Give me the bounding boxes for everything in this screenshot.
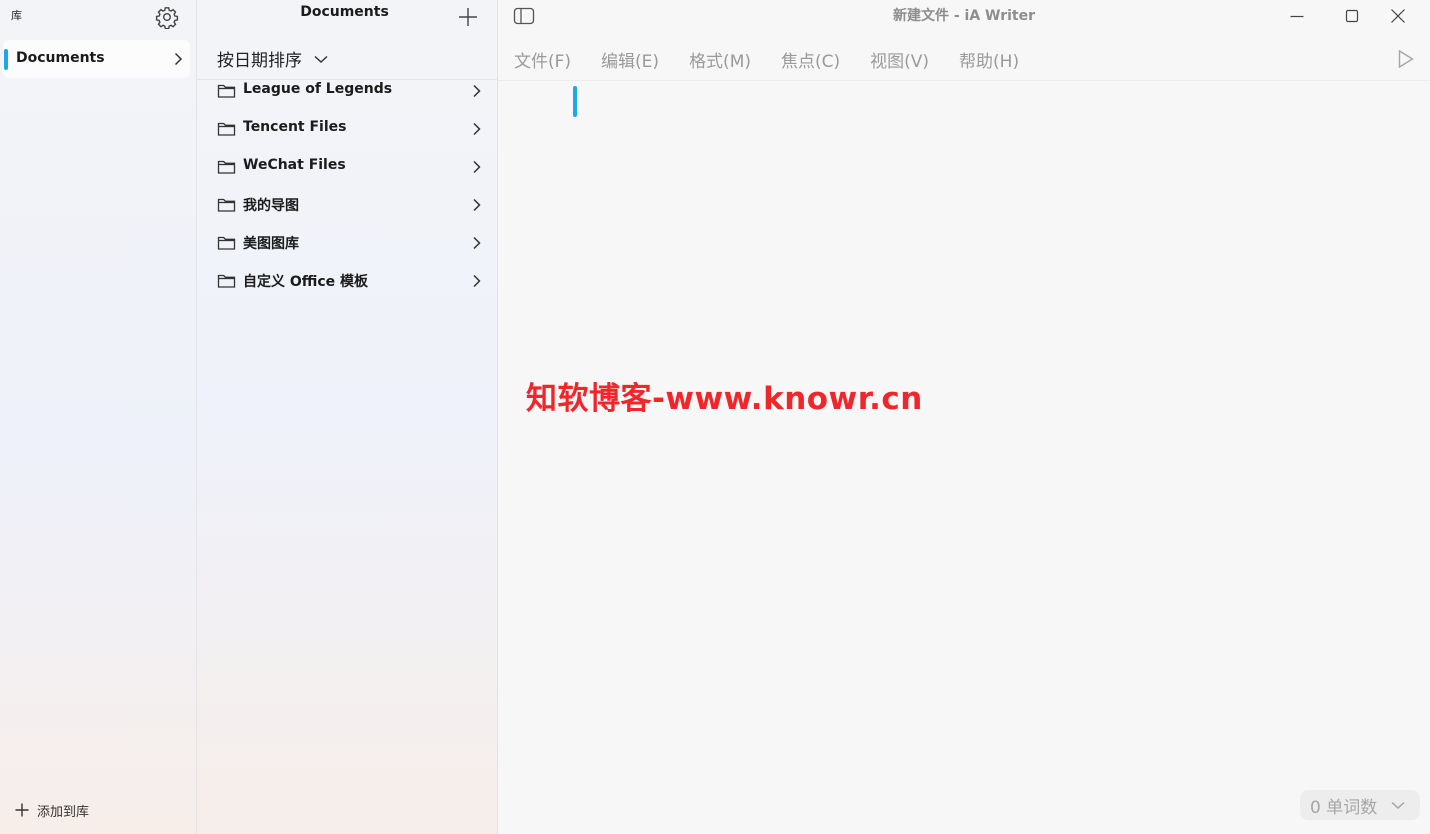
folder-row[interactable]: WeChat Files [217, 152, 487, 182]
play-icon[interactable] [1396, 48, 1416, 70]
folder-icon [217, 236, 236, 250]
menu-bar: 文件(F) 编辑(E) 格式(M) 焦点(C) 视图(V) 帮助(H) [514, 47, 1049, 72]
text-cursor [573, 86, 577, 117]
folder-row[interactable]: 自定义 Office 模板 [217, 266, 487, 296]
folder-row[interactable]: League of Legends [217, 76, 487, 106]
chevron-down-icon [1391, 801, 1405, 810]
close-icon [1391, 9, 1405, 23]
chevron-right-icon [473, 84, 481, 98]
selection-indicator [4, 49, 8, 70]
watermark-text: 知软博客-www.knowr.cn [526, 381, 923, 417]
document-list: Documents 按日期排序 League of Legends Tencen… [197, 0, 498, 834]
sort-label: 按日期排序 [217, 51, 302, 71]
menu-format[interactable]: 格式(M) [689, 47, 751, 72]
folder-row[interactable]: Tencent Files [217, 114, 487, 144]
add-to-library-label: 添加到库 [37, 804, 90, 820]
chevron-right-icon [473, 160, 481, 174]
folder-name: 自定义 Office 模板 [243, 274, 369, 290]
folder-icon [217, 160, 236, 174]
maximize-button[interactable] [1329, 3, 1375, 29]
menu-view[interactable]: 视图(V) [870, 47, 929, 72]
word-count-label: 0 单词数 [1310, 797, 1378, 818]
chevron-down-icon [314, 55, 328, 63]
document-text-area[interactable] [588, 86, 1388, 766]
folder-row[interactable]: 我的导图 [217, 190, 487, 220]
menu-focus[interactable]: 焦点(C) [781, 47, 840, 72]
word-count-dropdown[interactable]: 0 单词数 [1300, 790, 1420, 820]
folder-icon [217, 274, 236, 288]
minimize-button[interactable] [1274, 3, 1320, 29]
folder-icon [217, 84, 236, 98]
editor-pane: 新建文件 - iA Writer 文件(F) 编辑(E) 格式(M) 焦点(C)… [498, 0, 1430, 834]
new-file-button[interactable] [456, 5, 480, 29]
list-title: Documents [300, 4, 389, 20]
library-item-documents[interactable]: Documents [3, 40, 190, 78]
chevron-right-icon [174, 52, 183, 66]
close-button[interactable] [1375, 3, 1421, 29]
menu-edit[interactable]: 编辑(E) [601, 47, 659, 72]
plus-icon [15, 803, 29, 817]
menu-help[interactable]: 帮助(H) [959, 47, 1019, 72]
chevron-right-icon [473, 122, 481, 136]
folder-icon [217, 122, 236, 136]
chevron-right-icon [473, 274, 481, 288]
folder-icon [217, 198, 236, 212]
library-item-label: Documents [16, 50, 105, 66]
folder-name: 美图图库 [243, 236, 299, 252]
menu-file[interactable]: 文件(F) [514, 47, 571, 72]
folder-name: Tencent Files [243, 119, 347, 135]
library-title: 库 [11, 9, 22, 22]
divider [498, 80, 1430, 81]
maximize-icon [1345, 9, 1359, 23]
folder-row[interactable]: 美图图库 [217, 228, 487, 258]
chevron-right-icon [473, 236, 481, 250]
sort-dropdown[interactable]: 按日期排序 [217, 46, 330, 71]
minimize-icon [1290, 15, 1304, 18]
folder-name: 我的导图 [243, 198, 299, 214]
plus-icon [459, 8, 477, 26]
gear-icon[interactable] [155, 5, 179, 30]
add-to-library-button[interactable]: 添加到库 [14, 800, 89, 820]
library-sidebar: 库 Documents 添加到库 [0, 0, 197, 834]
folder-name: League of Legends [243, 81, 393, 97]
chevron-right-icon [473, 198, 481, 212]
folder-name: WeChat Files [243, 157, 346, 173]
